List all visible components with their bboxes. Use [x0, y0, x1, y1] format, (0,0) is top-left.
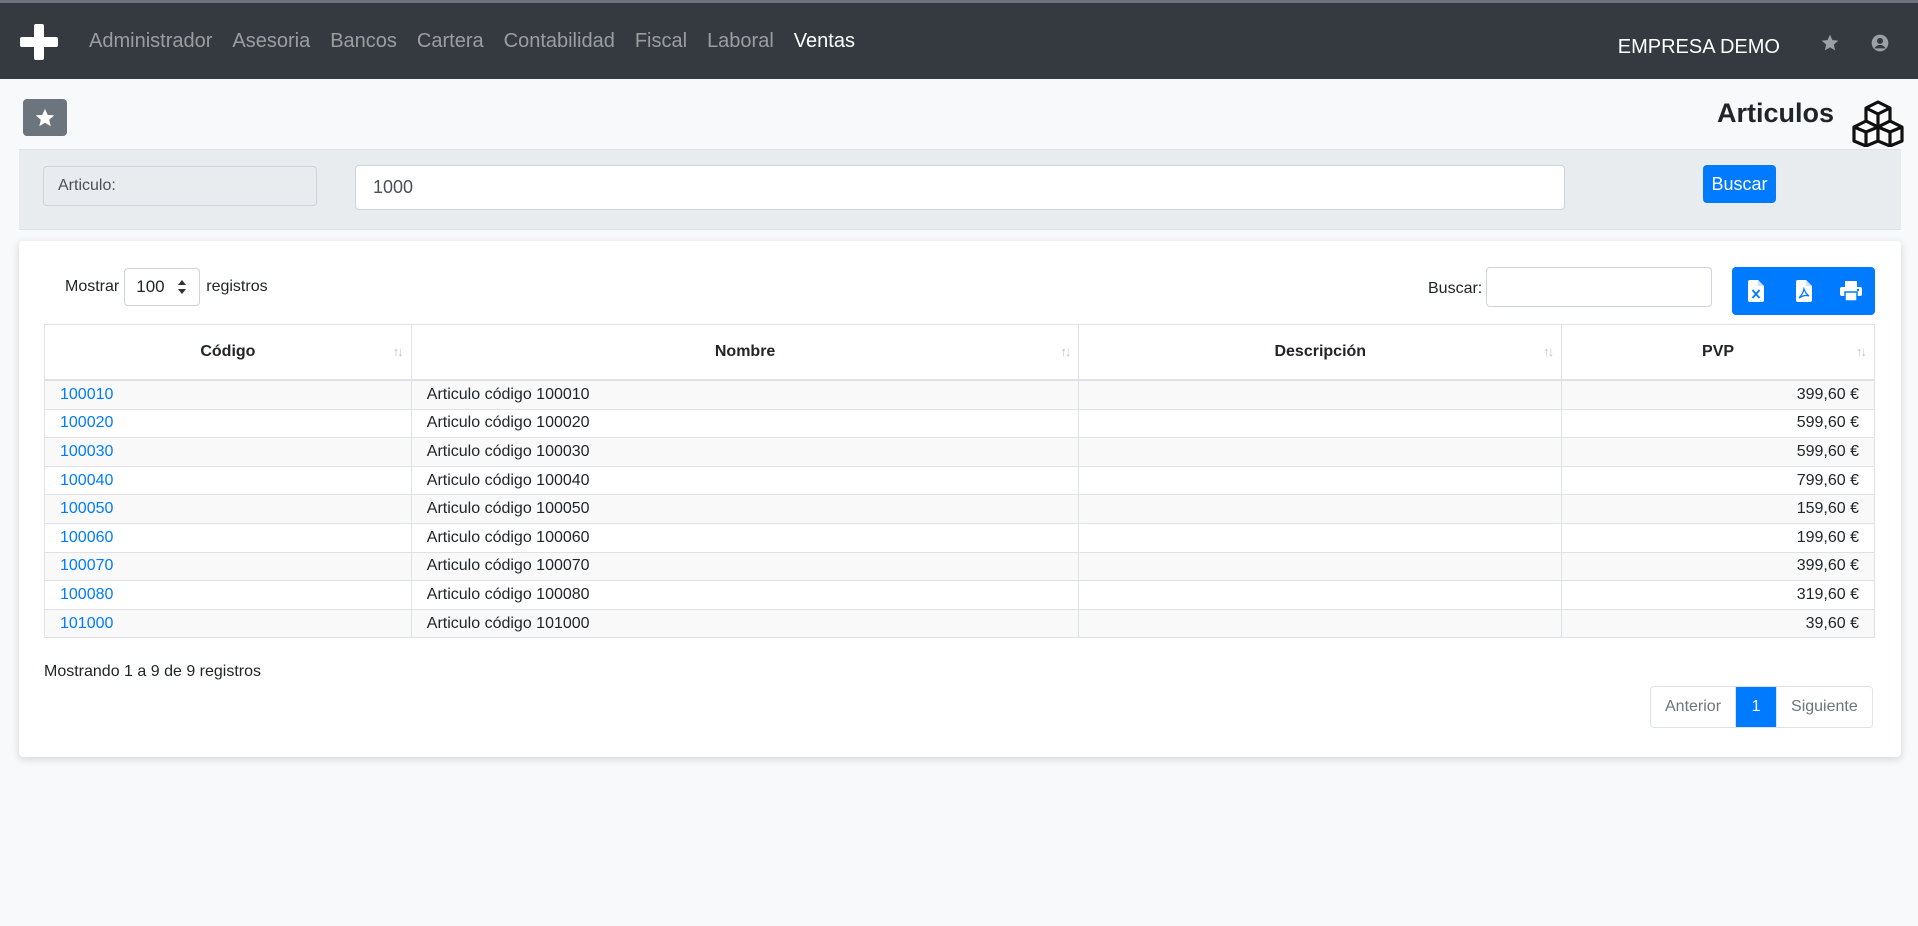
search-button[interactable]: Buscar [1703, 165, 1776, 203]
page-length-select[interactable]: 100 [124, 268, 201, 306]
pagination: Anterior 1 Siguiente [1650, 686, 1873, 728]
table-row: 100050 Articulo código 100050 159,60 € [44, 494, 1875, 524]
table-row: 101000 Articulo código 101000 39,60 € [44, 608, 1875, 639]
brand-plus-icon[interactable] [20, 24, 58, 60]
article-label: Articulo: [43, 166, 317, 206]
star-icon [35, 108, 55, 126]
pagination-next[interactable]: Siguiente [1776, 687, 1872, 727]
table-filter-input[interactable] [1486, 267, 1712, 307]
articles-table: Código ↑↓ Nombre ↑↓ Descripción ↑↓ PVP ↑↓ 10… [44, 324, 1875, 639]
file-excel-icon [1747, 280, 1764, 302]
cell-nombre: Articulo código 100030 [410, 437, 1080, 467]
filter-label: Buscar: [1428, 280, 1483, 297]
table-info: Mostrando 1 a 9 de 9 registros [44, 663, 262, 680]
table-row: 100030 Articulo código 100030 599,60 € [44, 437, 1875, 467]
user-circle-icon[interactable] [1870, 33, 1890, 53]
cell-pvp: 599,60 € [1561, 408, 1875, 439]
table-row: 100060 Articulo código 100060 199,60 € [44, 522, 1875, 553]
sort-arrows-icon [178, 280, 187, 294]
cell-pvp: 39,60 € [1561, 608, 1875, 639]
cell-nombre: Articulo código 100050 [410, 494, 1080, 524]
cell-nombre: Articulo código 100010 [410, 379, 1080, 410]
nav-item-laboral[interactable]: Laboral [697, 30, 784, 53]
page-title: Articulos [1716, 98, 1834, 128]
nav-item-administrador[interactable]: Administrador [79, 30, 222, 53]
pagination-previous[interactable]: Anterior [1651, 687, 1736, 727]
nav-menu: Administrador Asesoria Bancos Cartera Co… [79, 3, 865, 79]
column-header-nombre[interactable]: Nombre ↑↓ [410, 324, 1080, 381]
cell-codigo[interactable]: 100080 [44, 580, 412, 610]
cell-pvp: 159,60 € [1561, 494, 1875, 524]
page-length-control: Mostrar 100 registros [65, 268, 268, 306]
nav-item-bancos[interactable]: Bancos [320, 30, 407, 53]
cell-descripcion [1078, 437, 1563, 467]
cell-pvp: 399,60 € [1561, 551, 1875, 582]
cell-pvp: 799,60 € [1561, 465, 1875, 496]
column-header-codigo[interactable]: Código ↑↓ [44, 324, 412, 381]
cell-codigo[interactable]: 100050 [44, 494, 412, 524]
table-header-row: Código ↑↓ Nombre ↑↓ Descripción ↑↓ PVP ↑↓ [44, 324, 1875, 381]
cell-codigo[interactable]: 100070 [44, 551, 412, 582]
article-search-input[interactable] [355, 165, 1565, 210]
show-prefix: Mostrar [65, 278, 120, 295]
cell-nombre: Articulo código 100060 [410, 522, 1080, 553]
cell-descripcion [1078, 522, 1563, 553]
table-row: 100040 Articulo código 100040 799,60 € [44, 465, 1875, 496]
nav-item-asesoria[interactable]: Asesoria [222, 30, 320, 53]
cell-pvp: 319,60 € [1561, 580, 1875, 610]
print-icon [1840, 281, 1863, 301]
favorite-button[interactable] [23, 99, 67, 136]
file-pdf-icon [1795, 280, 1812, 302]
cell-codigo[interactable]: 101000 [44, 608, 412, 639]
table-row: 100020 Articulo código 100020 599,60 € [44, 408, 1875, 439]
cell-descripcion [1078, 551, 1563, 582]
print-button[interactable] [1827, 267, 1875, 315]
cell-codigo[interactable]: 100020 [44, 408, 412, 439]
table-row: 100010 Articulo código 100010 399,60 € [44, 379, 1875, 410]
cell-descripcion [1078, 465, 1563, 496]
table-row: 100070 Articulo código 100070 399,60 € [44, 551, 1875, 582]
sort-icon: ↑↓ [1543, 344, 1554, 359]
cell-nombre: Articulo código 100080 [410, 580, 1080, 610]
boxes-icon [1852, 100, 1904, 147]
nav-item-cartera[interactable]: Cartera [407, 30, 494, 53]
nav-item-ventas[interactable]: Ventas [784, 30, 865, 53]
export-excel-button[interactable] [1732, 267, 1780, 315]
cell-codigo[interactable]: 100030 [44, 437, 412, 467]
page-length-value: 100 [136, 277, 165, 296]
nav-item-contabilidad[interactable]: Contabilidad [494, 30, 625, 53]
cell-pvp: 599,60 € [1561, 437, 1875, 467]
cell-pvp: 199,60 € [1561, 522, 1875, 553]
sort-icon: ↑↓ [392, 344, 404, 359]
column-header-pvp[interactable]: PVP ↑↓ [1561, 324, 1875, 381]
sort-icon: ↑↓ [1856, 344, 1867, 359]
nav-item-fiscal[interactable]: Fiscal [625, 30, 697, 53]
results-card: Mostrar 100 registros Buscar: Código ↑↓ … [19, 241, 1901, 757]
cell-nombre: Articulo código 101000 [410, 608, 1080, 639]
table-row: 100080 Articulo código 100080 319,60 € [44, 580, 1875, 610]
column-header-descripcion[interactable]: Descripción ↑↓ [1078, 324, 1563, 381]
export-pdf-button[interactable] [1780, 267, 1828, 315]
cell-descripcion [1078, 494, 1563, 524]
company-name[interactable]: EMPRESA DEMO [1618, 36, 1780, 59]
cell-codigo[interactable]: 100060 [44, 522, 412, 553]
cell-nombre: Articulo código 100020 [410, 408, 1080, 439]
cell-pvp: 399,60 € [1561, 379, 1875, 410]
cell-nombre: Articulo código 100040 [410, 465, 1080, 496]
cell-descripcion [1078, 408, 1563, 439]
search-panel: Articulo: Buscar [19, 149, 1901, 230]
show-suffix: registros [206, 278, 268, 295]
star-icon[interactable] [1820, 33, 1840, 53]
cell-descripcion [1078, 379, 1563, 410]
cell-descripcion [1078, 580, 1563, 610]
cell-descripcion [1078, 608, 1563, 639]
top-navbar: Administrador Asesoria Bancos Cartera Co… [0, 0, 1918, 79]
cell-codigo[interactable]: 100010 [44, 379, 412, 410]
cell-nombre: Articulo código 100070 [410, 551, 1080, 582]
sort-icon: ↑↓ [1060, 344, 1071, 359]
pagination-page-1[interactable]: 1 [1735, 687, 1777, 727]
cell-codigo[interactable]: 100040 [44, 465, 412, 496]
export-button-group [1732, 267, 1875, 315]
